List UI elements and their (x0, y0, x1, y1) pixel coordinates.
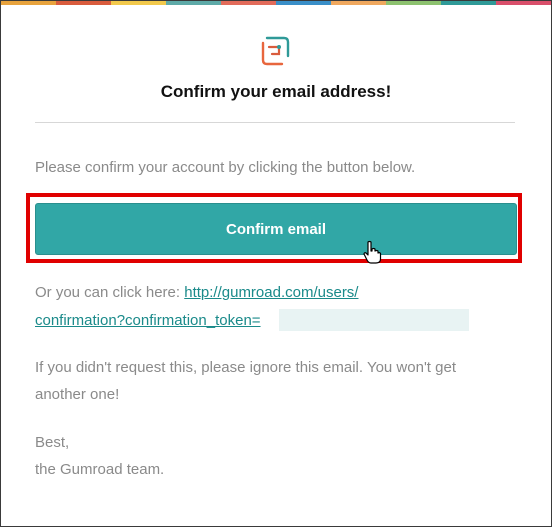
confirm-email-button[interactable]: Confirm email (35, 203, 517, 255)
signoff-line2: the Gumroad team. (35, 461, 165, 478)
divider (35, 122, 515, 123)
alt-link-line: Or you can click here: http://gumroad.co… (35, 279, 358, 306)
gumroad-logo-icon (258, 34, 292, 68)
confirmation-link-part2[interactable]: confirmation?confirmation_token= (35, 312, 261, 329)
email-frame (0, 0, 552, 527)
signoff-line1: Best, (35, 434, 70, 451)
decorative-top-stripe (1, 1, 551, 5)
ignore-text-line1: If you didn't request this, please ignor… (35, 359, 456, 376)
alt-link-line-2: confirmation?confirmation_token= (35, 307, 261, 334)
redacted-token (279, 309, 469, 331)
email-title: Confirm your email address! (160, 82, 392, 101)
intro-text: Please confirm your account by clicking … (35, 159, 416, 176)
ignore-text-line2: another one! (35, 386, 120, 403)
hand-cursor-icon (362, 240, 382, 264)
confirmation-link-part1[interactable]: http://gumroad.com/users/ (184, 284, 358, 301)
alt-link-prefix: Or you can click here: (35, 284, 185, 301)
